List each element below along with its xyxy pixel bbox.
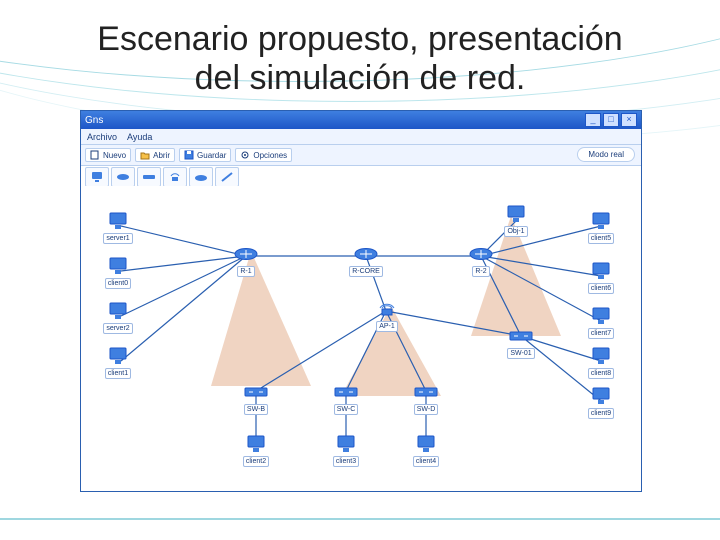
window-minimize-button[interactable]: _: [585, 113, 601, 127]
node-client0[interactable]: client0: [101, 256, 135, 289]
node-label: client7: [588, 328, 614, 339]
new-button[interactable]: Nuevo: [85, 148, 131, 162]
topology-canvas[interactable]: server1 client0 server2 client1 R-1 R-CO…: [81, 186, 641, 491]
node-server2[interactable]: server2: [101, 301, 135, 334]
node-label: client1: [105, 368, 131, 379]
node-label: Obj-1: [504, 226, 527, 237]
options-button[interactable]: Opciones: [235, 148, 292, 162]
node-client7[interactable]: client7: [584, 306, 618, 339]
node-label: AP-1: [376, 321, 398, 332]
node-label: R-CORE: [349, 266, 383, 277]
window-close-button[interactable]: ×: [621, 113, 637, 127]
node-label: SW-D: [414, 404, 439, 415]
node-client3[interactable]: client3: [329, 434, 363, 467]
new-icon: [90, 150, 100, 160]
node-swb[interactable]: SW-B: [239, 382, 273, 415]
node-client1[interactable]: client1: [101, 346, 135, 379]
open-icon: [140, 150, 150, 160]
node-label: client0: [105, 278, 131, 289]
palette-host-button[interactable]: [85, 167, 109, 187]
new-button-label: Nuevo: [103, 151, 126, 160]
menu-ayuda[interactable]: Ayuda: [127, 132, 152, 142]
window-maximize-button[interactable]: □: [603, 113, 619, 127]
node-label: SW-01: [507, 348, 534, 359]
node-swd[interactable]: SW-D: [409, 382, 443, 415]
node-label: client3: [333, 456, 359, 467]
node-label: client4: [413, 456, 439, 467]
node-client4[interactable]: client4: [409, 434, 443, 467]
node-label: server1: [103, 233, 132, 244]
open-button-label: Abrir: [153, 151, 170, 160]
node-ap1[interactable]: AP-1: [370, 299, 404, 332]
palette-cloud-button[interactable]: [189, 167, 213, 187]
save-button-label: Guardar: [197, 151, 226, 160]
gear-icon: [240, 150, 250, 160]
node-swc[interactable]: SW-C: [329, 382, 363, 415]
palette-router-button[interactable]: [111, 167, 135, 187]
node-label: R-1: [237, 266, 254, 277]
slide-title: Escenario propuesto, presentación del si…: [0, 20, 720, 98]
node-core[interactable]: R-CORE: [349, 244, 383, 277]
open-button[interactable]: Abrir: [135, 148, 175, 162]
slide-title-line2: del simulación de red.: [195, 59, 526, 97]
node-r1[interactable]: R-1: [229, 244, 263, 277]
menu-bar: Archivo Ayuda: [81, 129, 641, 145]
node-label: server2: [103, 323, 132, 334]
node-client5[interactable]: client5: [584, 211, 618, 244]
palette-switch-button[interactable]: [137, 167, 161, 187]
node-label: R-2: [472, 266, 489, 277]
mode-indicator[interactable]: Modo real: [577, 147, 635, 162]
node-label: client8: [588, 368, 614, 379]
node-label: client2: [243, 456, 269, 467]
node-server1[interactable]: server1: [101, 211, 135, 244]
node-swe[interactable]: SW-01: [504, 326, 538, 359]
node-obj1[interactable]: Obj-1: [499, 204, 533, 237]
node-label: SW-C: [334, 404, 359, 415]
node-r2[interactable]: R-2: [464, 244, 498, 277]
window-titlebar[interactable]: Gns _ □ ×: [81, 111, 641, 129]
slide-title-line1: Escenario propuesto, presentación: [97, 20, 622, 58]
window-title: Gns: [85, 115, 585, 126]
save-button[interactable]: Guardar: [179, 148, 231, 162]
node-client2[interactable]: client2: [239, 434, 273, 467]
palette-link-button[interactable]: [215, 167, 239, 187]
slide-footer-rule: [0, 518, 720, 520]
node-label: SW-B: [244, 404, 268, 415]
node-label: client5: [588, 233, 614, 244]
save-icon: [184, 150, 194, 160]
node-client9[interactable]: client9: [584, 386, 618, 419]
options-button-label: Opciones: [253, 151, 287, 160]
palette-ap-button[interactable]: [163, 167, 187, 187]
menu-archivo[interactable]: Archivo: [87, 132, 117, 142]
node-label: client6: [588, 283, 614, 294]
node-label: client9: [588, 408, 614, 419]
simulator-window: Gns _ □ × Archivo Ayuda Nuevo Abrir Guar…: [80, 110, 642, 492]
toolbar: Nuevo Abrir Guardar Opciones Modo real: [81, 145, 641, 166]
node-client6[interactable]: client6: [584, 261, 618, 294]
node-client8[interactable]: client8: [584, 346, 618, 379]
